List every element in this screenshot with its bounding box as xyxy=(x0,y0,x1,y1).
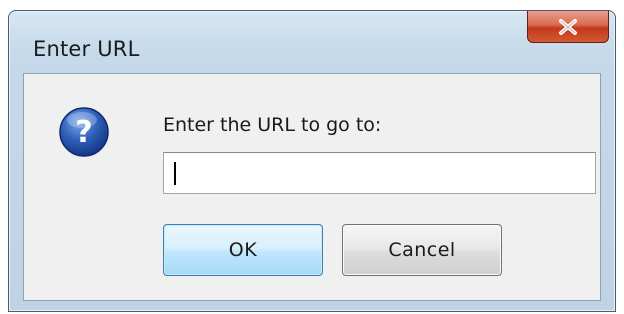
close-button[interactable] xyxy=(527,11,609,43)
dialog-title: Enter URL xyxy=(33,37,140,61)
url-input[interactable] xyxy=(178,153,582,195)
cancel-button[interactable]: Cancel xyxy=(342,224,502,276)
dialog-window: Enter URL ? Enter the URL to go to: OK C… xyxy=(8,10,616,312)
title-bar[interactable]: Enter URL xyxy=(9,11,615,69)
text-caret xyxy=(174,162,176,185)
url-input-box[interactable] xyxy=(163,152,596,195)
dialog-body: ? Enter the URL to go to: OK Cancel xyxy=(23,73,601,301)
url-prompt-label: Enter the URL to go to: xyxy=(163,114,382,136)
close-icon xyxy=(559,18,577,35)
svg-text:?: ? xyxy=(75,115,92,150)
ok-button[interactable]: OK xyxy=(163,224,323,276)
question-icon: ? xyxy=(59,107,109,157)
